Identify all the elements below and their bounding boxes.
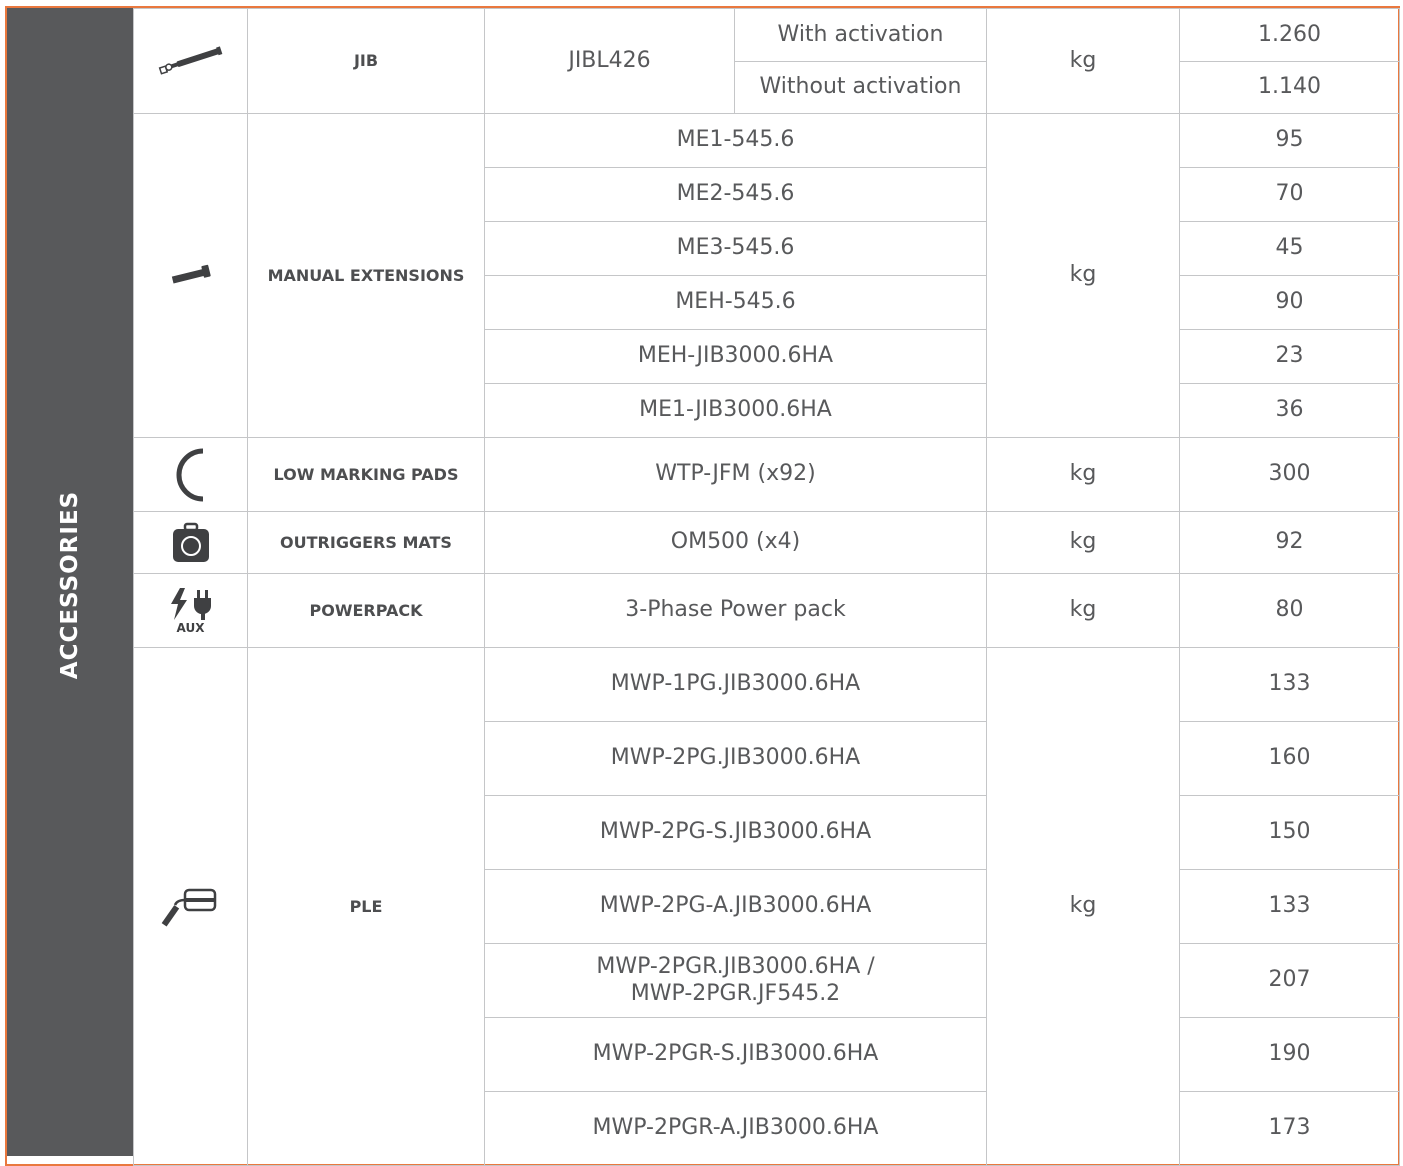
model-cell: MWP-2PG.JIB3000.6HA <box>484 721 987 796</box>
section-label: ACCESSORIES <box>57 490 83 680</box>
value-cell: 95 <box>1179 113 1400 168</box>
model-cell: MWP-2PGR-A.JIB3000.6HA <box>484 1091 987 1166</box>
table-row: LOW MARKING PADS WTP-JFM (x92) kg 300 <box>133 437 1400 512</box>
model-cell: MWP-1PG.JIB3000.6HA <box>484 647 987 722</box>
model-cell: MEH-545.6 <box>484 275 987 330</box>
unit-cell: kg <box>986 113 1180 438</box>
value-cell: 92 <box>1179 511 1400 574</box>
model-cell: MWP-2PGR.JIB3000.6HA / MWP-2PGR.JF545.2 <box>484 943 987 1018</box>
value-cell: 1.140 <box>1179 61 1400 114</box>
table-row: OUTRIGGERS MATS OM500 (x4) kg 92 <box>133 511 1400 574</box>
mat-bag-icon <box>171 522 211 564</box>
category-powerpack: POWERPACK <box>247 573 485 648</box>
low-marking-pads-icon-cell <box>133 437 248 512</box>
model-cell: ME1-545.6 <box>484 113 987 168</box>
powerpack-icon-group: AUX <box>168 587 214 634</box>
table-row: MANUAL EXTENSIONS ME1-545.6 kg 95 <box>133 113 1400 438</box>
table-row: AUX POWERPACK 3-Phase Power pack kg 80 <box>133 573 1400 648</box>
category-manual-extensions: MANUAL EXTENSIONS <box>247 113 485 438</box>
accessories-table: JIB JIBL426 With activation kg 1.260 Wit… <box>133 8 1400 1166</box>
model-cell: ME2-545.6 <box>484 167 987 222</box>
value-cell: 300 <box>1179 437 1400 512</box>
value-cell: 36 <box>1179 383 1400 438</box>
unit-cell: kg <box>986 573 1180 648</box>
table-row: JIB JIBL426 With activation kg 1.260 <box>133 8 1400 114</box>
model-jibl426: JIBL426 <box>484 8 735 114</box>
value-cell: 80 <box>1179 573 1400 648</box>
category-ple: PLE <box>247 647 485 1166</box>
category-jib: JIB <box>247 8 485 114</box>
model-cell: OM500 (x4) <box>484 511 987 574</box>
model-cell: 3-Phase Power pack <box>484 573 987 648</box>
category-low-marking-pads: LOW MARKING PADS <box>247 437 485 512</box>
jib-arm-icon <box>155 39 227 83</box>
aux-caption: AUX <box>176 621 205 635</box>
table-row: PLE MWP-1PG.JIB3000.6HA kg 133 <box>133 647 1400 1166</box>
value-cell: 1.260 <box>1179 8 1400 62</box>
model-cell: ME1-JIB3000.6HA <box>484 383 987 438</box>
model-cell: WTP-JFM (x92) <box>484 437 987 512</box>
value-cell: 133 <box>1179 869 1400 944</box>
manual-extensions-icon-cell <box>133 113 248 438</box>
model-cell: MEH-JIB3000.6HA <box>484 329 987 384</box>
category-outriggers-mats: OUTRIGGERS MATS <box>247 511 485 574</box>
model-cell: MWP-2PG-S.JIB3000.6HA <box>484 795 987 870</box>
track-pad-icon <box>171 447 211 503</box>
unit-cell: kg <box>986 647 1180 1166</box>
value-cell: 150 <box>1179 795 1400 870</box>
powerpack-icon-cell: AUX <box>133 573 248 648</box>
value-cell: 190 <box>1179 1017 1400 1092</box>
model-cell: ME3-545.6 <box>484 221 987 276</box>
value-cell: 133 <box>1179 647 1400 722</box>
value-cell: 23 <box>1179 329 1400 384</box>
jib-icon-cell <box>133 8 248 114</box>
platform-basket-icon <box>161 887 221 927</box>
ple-icon-cell <box>133 647 248 1166</box>
variant-label: Without activation <box>734 61 987 114</box>
unit-cell: kg <box>986 511 1180 574</box>
extension-bar-icon <box>169 263 213 287</box>
model-cell: MWP-2PG-A.JIB3000.6HA <box>484 869 987 944</box>
value-cell: 207 <box>1179 943 1400 1018</box>
outriggers-mats-icon-cell <box>133 511 248 574</box>
value-cell: 45 <box>1179 221 1400 276</box>
unit-cell: kg <box>986 8 1180 114</box>
unit-cell: kg <box>986 437 1180 512</box>
value-cell: 173 <box>1179 1091 1400 1166</box>
model-cell: MWP-2PGR-S.JIB3000.6HA <box>484 1017 987 1092</box>
value-cell: 160 <box>1179 721 1400 796</box>
bolt-plug-icon <box>168 587 214 621</box>
value-cell: 70 <box>1179 167 1400 222</box>
variant-label: With activation <box>734 8 987 62</box>
value-cell: 90 <box>1179 275 1400 330</box>
